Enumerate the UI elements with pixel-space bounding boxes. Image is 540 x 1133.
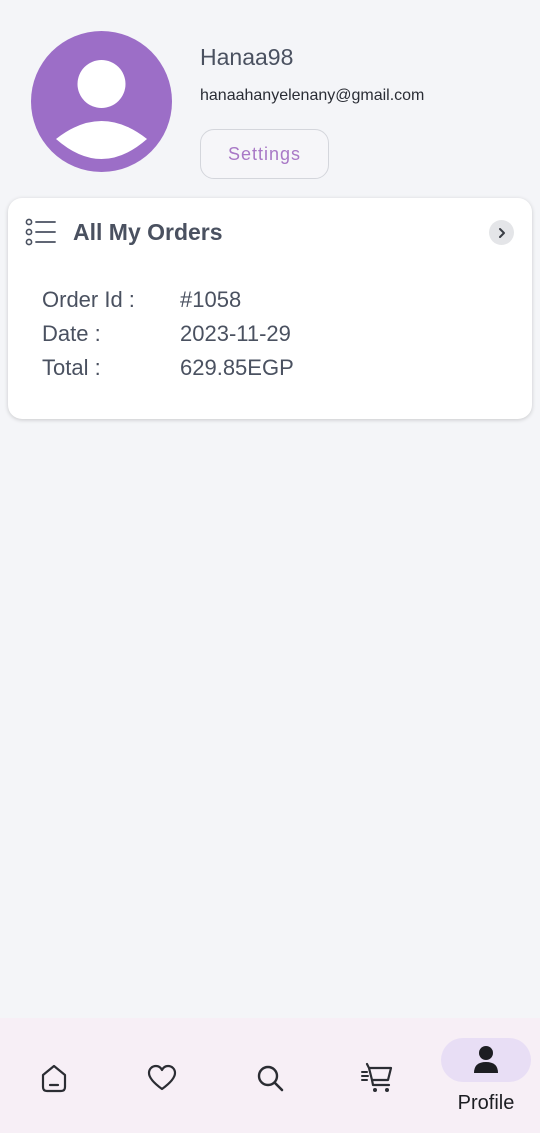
list-icon [25,218,56,246]
bottom-nav: Profile [0,1018,540,1133]
order-total-label: Total : [42,355,101,380]
order-id-value: #1058 [180,287,242,312]
home-icon [41,1064,67,1093]
nav-home[interactable] [32,1058,76,1098]
search-icon [257,1065,284,1092]
nav-cart[interactable] [356,1058,400,1098]
cart-icon [361,1062,393,1092]
nav-search[interactable] [248,1058,292,1098]
order-total-value: 629.85EGP [180,355,294,380]
person-placeholder-icon [56,60,147,159]
order-date-value: 2023-11-29 [180,321,291,346]
orders-card[interactable]: All My Orders Order Id : #1058 Date : 20… [8,198,532,419]
settings-button[interactable]: Settings [200,129,329,179]
profile-username: Hanaa98 [200,44,294,70]
heart-icon [147,1064,177,1091]
nav-profile-label[interactable]: Profile [441,1092,531,1115]
nav-profile[interactable] [441,1038,531,1082]
order-id-label: Order Id : [42,287,135,312]
profile-email: hanaahanyelenany@gmail.com [200,87,425,104]
nav-favorites[interactable] [140,1058,184,1098]
orders-title: All My Orders [73,219,223,245]
avatar[interactable] [31,31,172,172]
person-icon [474,1046,498,1073]
chevron-right-icon[interactable] [489,220,514,245]
order-date-label: Date : [42,321,101,346]
